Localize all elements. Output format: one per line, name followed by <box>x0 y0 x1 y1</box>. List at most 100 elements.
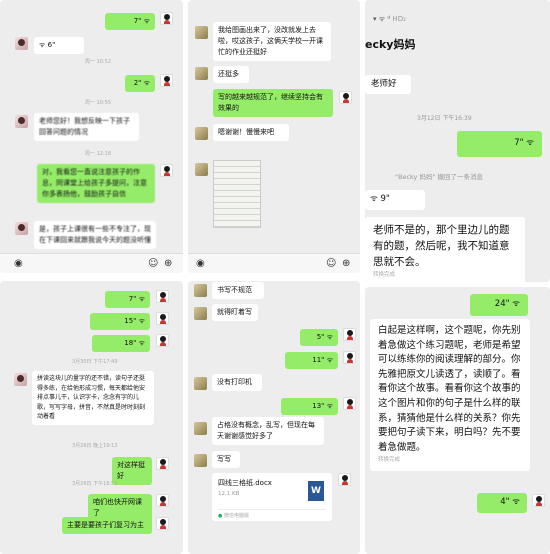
avatar[interactable] <box>156 290 169 303</box>
avatar[interactable] <box>195 26 208 39</box>
voice-duration: 15" <box>124 317 137 325</box>
voice-message[interactable]: 18" ᯤ <box>92 335 150 352</box>
voice-message[interactable]: 15" ᯤ <box>90 313 150 330</box>
voice-message[interactable]: 11" ᯤ <box>285 352 338 369</box>
avatar[interactable] <box>156 334 169 347</box>
wechat-icon: ● <box>218 513 223 519</box>
voice-duration: 5" <box>316 333 325 341</box>
plus-icon[interactable]: ⊕ <box>164 258 172 270</box>
message-bubble[interactable]: 嗯谢谢！慢慢来吧 <box>213 124 289 141</box>
voice-duration: 7" <box>128 295 137 303</box>
avatar[interactable] <box>194 307 207 320</box>
chat-title: ecky妈妈 <box>365 38 416 51</box>
voice-duration: 2" <box>133 79 142 87</box>
voice-duration: 24" <box>494 299 510 309</box>
voice-message[interactable]: 2" ᯤ <box>125 75 155 92</box>
avatar[interactable] <box>338 473 351 486</box>
avatar[interactable] <box>195 127 208 140</box>
avatar[interactable] <box>194 377 207 390</box>
timestamp: 周一 10:52 <box>85 59 111 65</box>
avatar[interactable] <box>15 37 28 50</box>
avatar[interactable] <box>343 328 356 341</box>
message-bubble[interactable]: 写写 <box>212 451 240 468</box>
voice-message[interactable]: 4" ᯤ <box>477 493 527 513</box>
timestamp: 周一 10:55 <box>85 100 111 106</box>
message-bubble[interactable]: 我给图画出来了，没改就发上去啦，哎这孩子，这俩天学校一开课忙的作业还挺好 <box>213 22 331 61</box>
message-bubble[interactable]: 就得盯着写 <box>212 304 258 321</box>
avatar[interactable] <box>156 494 169 507</box>
voice-message[interactable]: 13" ᯤ <box>281 398 338 415</box>
avatar[interactable] <box>156 457 169 470</box>
voice-message[interactable]: 7" ᯤ <box>105 13 155 30</box>
message-bubble[interactable]: 拼读这块儿的量字的还不错，读句子还挺得多练，在给他形成习惯，每天都给他安排点事儿… <box>32 371 154 425</box>
voice-message[interactable]: 24" ᯤ <box>470 294 528 316</box>
timestamp: 3月26日 晚上19:13 <box>72 443 118 449</box>
avatar[interactable] <box>195 163 208 176</box>
emoji-icon[interactable]: ☺ <box>148 258 158 270</box>
chat-panel-4: 7" ᯤ 15" ᯤ 18" ᯤ 3月30日 下午17:49 拼读这块儿的量字的… <box>0 281 183 554</box>
recall-notice: "Becky 妈妈" 撤回了一条消息 <box>395 173 484 181</box>
avatar[interactable] <box>194 454 207 467</box>
voice-message[interactable]: 7" ᯤ <box>105 291 150 308</box>
avatar[interactable] <box>15 222 28 235</box>
voice-duration: 9" <box>380 194 390 204</box>
image-thumbnail[interactable] <box>213 160 261 228</box>
avatar[interactable] <box>343 351 356 364</box>
voice-message[interactable]: 7" ᯤ <box>457 131 542 157</box>
voice-duration: 7" <box>133 17 142 25</box>
message-bubble[interactable]: 主要是要孩子们复习为主 <box>62 517 152 534</box>
voice-duration: 13" <box>312 402 325 410</box>
message-bubble[interactable]: 对，我看您一直说注意孩子的作息，同课堂上给孩子多提问，注意你多表扬他，鼓励孩子自… <box>37 164 155 203</box>
input-bar: ◉ ☺ ⊕ <box>0 253 183 273</box>
message-bubble[interactable]: 老师好 <box>365 75 411 94</box>
message-bubble[interactable]: 还挺多 <box>213 66 249 83</box>
file-card[interactable]: 四线三格纸.docx 12.1 KB W ● 微信电脑版 <box>212 473 332 521</box>
message-bubble[interactable]: 占格没有概念，乱写，但现在每天谢谢感觉好多了 <box>212 417 324 445</box>
avatar[interactable] <box>194 422 207 435</box>
message-bubble[interactable]: 老师您好！我想反映一下孩子回答问题的情况 <box>34 113 139 141</box>
message-bubble[interactable]: 书写不规范 <box>212 282 264 299</box>
message-bubble[interactable]: 没有打印机 <box>212 374 262 391</box>
avatar[interactable] <box>160 74 173 87</box>
chat-panel-5: 书写不规范 就得盯着写 5" ᯤ 11" ᯤ 没有打印机 13" ᯤ 占格没有概… <box>188 281 360 554</box>
avatar[interactable] <box>195 67 208 80</box>
chat-panel-6: 24" ᯤ 白起是这样啊，这个题呢，你先别着急做这个练习题呢，老师是希望可以练练… <box>365 287 550 554</box>
avatar[interactable] <box>194 284 207 297</box>
transcript-text: 老师不是的，那个里边儿的题有的题，然后呢，我不知道意思就不会。 <box>373 224 510 268</box>
timestamp: 3月26日 下午16:53 <box>72 481 118 487</box>
plus-icon[interactable]: ⊕ <box>342 258 350 270</box>
status-icons: ▾ ᯤ ᵈ HD₂ <box>373 15 406 23</box>
timestamp: 3月12日 下午16:39 <box>417 115 472 122</box>
timestamp: 3月30日 下午17:49 <box>72 359 118 365</box>
avatar[interactable] <box>532 494 545 507</box>
voice-transcript[interactable]: 白起是这样啊，这个题呢，你先别着急做这个练习题呢，老师是希望可以练练你的阅读理解… <box>370 319 530 472</box>
avatar[interactable] <box>339 91 352 104</box>
voice-icon[interactable]: ◉ <box>14 258 23 270</box>
emoji-icon[interactable]: ☺ <box>326 258 336 270</box>
input-bar: ◉ ☺ ⊕ <box>188 253 360 273</box>
voice-icon[interactable]: ◉ <box>196 258 205 270</box>
transcript-status: 转换完成 <box>378 457 401 464</box>
transcript-text: 白起是这样啊，这个题呢，你先别着急做这个练习题呢，老师是希望可以练练你的阅读理解… <box>378 325 521 453</box>
avatar[interactable] <box>156 312 169 325</box>
message-bubble[interactable]: 对这样挺好 <box>112 457 152 485</box>
message-bubble[interactable]: 是，孩子上课很有一些不专注了，现在下课回来就跟我说今天的题没听懂 <box>34 221 156 249</box>
voice-duration: 18" <box>124 339 137 347</box>
transcript-status: 转换完成 <box>373 272 396 278</box>
voice-message[interactable]: ᯤ 6" <box>34 37 84 54</box>
avatar[interactable] <box>15 115 28 128</box>
avatar[interactable] <box>160 164 173 177</box>
avatar[interactable] <box>14 373 27 386</box>
voice-transcript[interactable]: 老师不是的，那个里边儿的题有的题，然后呢，我不知道意思就不会。 转换完成 <box>365 217 525 282</box>
avatar[interactable] <box>156 517 169 530</box>
file-source: ● 微信电脑版 <box>218 511 249 522</box>
voice-message[interactable]: 5" ᯤ <box>300 329 338 346</box>
message-bubble[interactable]: 写的越来越规范了，继续坚持会有效果的 <box>213 89 333 117</box>
voice-duration: 11" <box>312 356 325 364</box>
voice-duration: 6" <box>47 41 56 49</box>
avatar[interactable] <box>160 12 173 25</box>
avatar[interactable] <box>343 397 356 410</box>
file-source-label: 微信电脑版 <box>223 513 249 519</box>
timestamp: 周一 12:18 <box>85 151 111 157</box>
voice-message[interactable]: ᯤ 9" <box>365 190 425 210</box>
